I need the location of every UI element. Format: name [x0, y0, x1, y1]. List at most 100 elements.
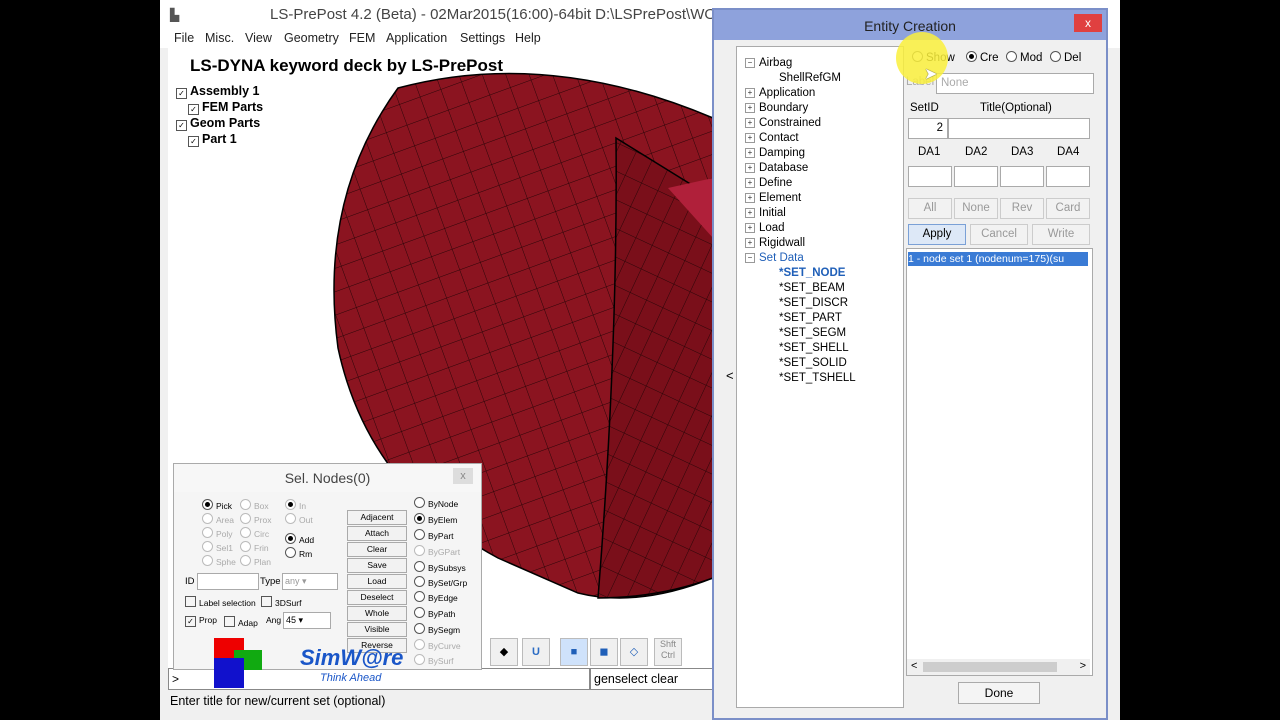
- list-item[interactable]: 1 - node set 1 (nodenum=175)(su: [908, 252, 1088, 266]
- mode-mod[interactable]: Mod: [1006, 50, 1042, 64]
- apply-button[interactable]: Apply: [908, 224, 966, 245]
- close-icon[interactable]: x: [1074, 14, 1102, 32]
- checkbox-icon[interactable]: ✓: [188, 104, 199, 115]
- by-edge[interactable]: ByEdge: [414, 590, 458, 603]
- opt-in[interactable]: In: [285, 498, 306, 511]
- rev-button[interactable]: Rev: [1000, 198, 1044, 219]
- keyword-tree[interactable]: − Airbag ShellRefGM + Application + Boundar…: [736, 46, 904, 708]
- tree-set-solid[interactable]: *SET_SOLID: [779, 357, 847, 369]
- scroll-left-icon[interactable]: <: [911, 660, 917, 672]
- by-subsys[interactable]: BySubsys: [414, 560, 466, 573]
- by-gpart[interactable]: ByGPart: [414, 544, 460, 557]
- by-elem[interactable]: ByElem: [414, 512, 457, 525]
- tree-damping[interactable]: + Damping: [745, 147, 805, 159]
- tree-set-shell[interactable]: *SET_SHELL: [779, 342, 849, 354]
- mode-cre[interactable]: Cre: [966, 50, 999, 64]
- tree-assembly[interactable]: ✓ Assembly 1: [176, 84, 259, 99]
- tree-set-tshell[interactable]: *SET_TSHELL: [779, 372, 856, 384]
- load-button[interactable]: Load: [347, 574, 407, 589]
- visible-button[interactable]: Visible: [347, 622, 407, 637]
- tree-initial[interactable]: + Initial: [745, 207, 786, 219]
- da2-input[interactable]: [954, 166, 998, 187]
- by-part[interactable]: ByPart: [414, 528, 454, 541]
- mode-poly[interactable]: Poly: [202, 526, 233, 539]
- checkbox-icon[interactable]: ✓: [188, 136, 199, 147]
- by-node[interactable]: ByNode: [414, 496, 458, 509]
- tree-define[interactable]: + Define: [745, 177, 792, 189]
- opt-out[interactable]: Out: [285, 512, 313, 525]
- scrollbar-thumb[interactable]: [923, 662, 1057, 672]
- label-select[interactable]: None: [936, 73, 1094, 94]
- by-set-grp[interactable]: BySet/Grp: [414, 575, 467, 588]
- by-segm[interactable]: BySegm: [414, 622, 460, 635]
- tree-set-segm[interactable]: *SET_SEGM: [779, 327, 846, 339]
- adjacent-button[interactable]: Adjacent: [347, 510, 407, 525]
- tree-shellrefgm[interactable]: ShellRefGM: [779, 72, 841, 84]
- menu-geometry[interactable]: Geometry: [284, 31, 339, 45]
- solid-cube-icon[interactable]: ■: [560, 638, 588, 666]
- horizontal-scrollbar[interactable]: < >: [907, 659, 1090, 675]
- shift-ctrl-toggle[interactable]: Shft Ctrl: [654, 638, 682, 666]
- tree-set-node[interactable]: *SET_NODE: [779, 267, 845, 279]
- tree-element[interactable]: + Element: [745, 192, 801, 204]
- tree-part-1[interactable]: ✓ Part 1: [188, 132, 237, 147]
- checkbox-icon[interactable]: ✓: [176, 88, 187, 99]
- wire-cube-icon[interactable]: ◇: [620, 638, 648, 666]
- adap-checkbox[interactable]: Adap: [224, 615, 258, 628]
- mode-del[interactable]: Del: [1050, 50, 1081, 64]
- mode-pick[interactable]: Pick: [202, 498, 232, 511]
- done-button[interactable]: Done: [958, 682, 1040, 704]
- menu-help[interactable]: Help: [515, 31, 541, 45]
- tree-fem-parts[interactable]: ✓ FEM Parts: [188, 100, 263, 115]
- tree-set-data[interactable]: − Set Data: [745, 252, 804, 264]
- title-input[interactable]: [948, 118, 1090, 139]
- menu-file[interactable]: File: [174, 31, 194, 45]
- mode-sphe[interactable]: Sphe: [202, 554, 236, 567]
- tree-geom-parts[interactable]: ✓ Geom Parts: [176, 116, 260, 131]
- collapse-arrow-icon[interactable]: <: [726, 368, 734, 383]
- shape-circ[interactable]: Circ: [240, 526, 269, 539]
- none-button[interactable]: None: [954, 198, 998, 219]
- set-list[interactable]: 1 - node set 1 (nodenum=175)(su < >: [906, 248, 1093, 676]
- u-icon[interactable]: U: [522, 638, 550, 666]
- id-input[interactable]: [197, 573, 259, 590]
- checkbox-icon[interactable]: ✓: [176, 120, 187, 131]
- whole-button[interactable]: Whole: [347, 606, 407, 621]
- menu-settings[interactable]: Settings: [460, 31, 505, 45]
- menu-misc[interactable]: Misc.: [205, 31, 234, 45]
- close-icon[interactable]: x: [453, 468, 473, 484]
- save-button[interactable]: Save: [347, 558, 407, 573]
- 3dsurf-checkbox[interactable]: 3DSurf: [261, 595, 301, 608]
- write-button[interactable]: Write: [1032, 224, 1090, 245]
- shape-plan[interactable]: Plan: [240, 554, 271, 567]
- card-button[interactable]: Card: [1046, 198, 1090, 219]
- tree-load[interactable]: + Load: [745, 222, 785, 234]
- opt-rm[interactable]: Rm: [285, 546, 312, 559]
- da3-input[interactable]: [1000, 166, 1044, 187]
- tree-contact[interactable]: + Contact: [745, 132, 799, 144]
- menu-view[interactable]: View: [245, 31, 272, 45]
- tree-rigidwall[interactable]: + Rigidwall: [745, 237, 805, 249]
- da4-input[interactable]: [1046, 166, 1090, 187]
- opt-add[interactable]: Add: [285, 532, 314, 545]
- type-select[interactable]: any ▾: [282, 573, 338, 590]
- tree-application[interactable]: + Application: [745, 87, 815, 99]
- shape-prox[interactable]: Prox: [240, 512, 271, 525]
- deselect-button[interactable]: Deselect: [347, 590, 407, 605]
- tree-airbag[interactable]: − Airbag: [745, 57, 792, 69]
- cancel-button[interactable]: Cancel: [970, 224, 1028, 245]
- shape-box[interactable]: Box: [240, 498, 269, 511]
- tree-set-beam[interactable]: *SET_BEAM: [779, 282, 845, 294]
- tree-set-discr[interactable]: *SET_DISCR: [779, 297, 848, 309]
- da1-input[interactable]: [908, 166, 952, 187]
- menu-application[interactable]: Application: [386, 31, 447, 45]
- all-button[interactable]: All: [908, 198, 952, 219]
- setid-input[interactable]: 2: [908, 118, 948, 139]
- tree-set-part[interactable]: *SET_PART: [779, 312, 842, 324]
- clear-button[interactable]: Clear: [347, 542, 407, 557]
- tree-constrained[interactable]: + Constrained: [745, 117, 821, 129]
- mode-area[interactable]: Area: [202, 512, 234, 525]
- shape-frin[interactable]: Frin: [240, 540, 269, 553]
- by-surf[interactable]: BySurf: [414, 653, 454, 666]
- shaded-cube-icon[interactable]: ◼: [590, 638, 618, 666]
